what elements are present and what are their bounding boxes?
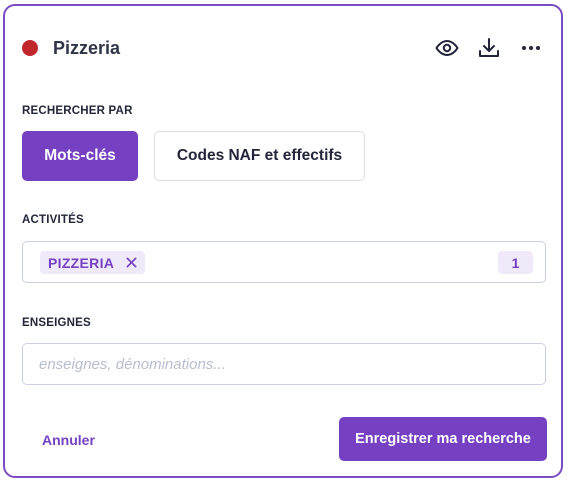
close-icon[interactable] — [126, 257, 137, 268]
activity-tag: PIZZERIA — [40, 251, 146, 274]
brands-input[interactable] — [23, 344, 545, 384]
search-by-label: RECHERCHER PAR — [22, 105, 133, 117]
download-icon[interactable] — [476, 35, 502, 61]
eye-icon[interactable] — [434, 35, 460, 61]
tab-naf-codes[interactable]: Codes NAF et effectifs — [154, 131, 365, 181]
save-search-button[interactable]: Enregistrer ma recherche — [339, 417, 547, 461]
search-title: Pizzeria — [53, 37, 121, 58]
activities-field[interactable]: PIZZERIA 1 — [22, 241, 546, 283]
activities-label: ACTIVITÉS — [22, 214, 84, 226]
more-horizontal-icon[interactable] — [518, 35, 544, 61]
card-header: Pizzeria — [22, 34, 544, 62]
header-actions — [434, 35, 544, 61]
activity-tag-label: PIZZERIA — [48, 254, 115, 271]
tab-keywords[interactable]: Mots-clés — [22, 131, 138, 181]
activities-count-badge: 1 — [498, 251, 533, 274]
brands-label: ENSEIGNES — [22, 317, 91, 329]
status-dot — [22, 40, 38, 56]
brands-field — [22, 343, 546, 385]
search-card: Pizzeria RECHERCHER PAR Mots-clés Codes … — [3, 4, 563, 478]
cancel-button[interactable]: Annuler — [42, 432, 95, 448]
